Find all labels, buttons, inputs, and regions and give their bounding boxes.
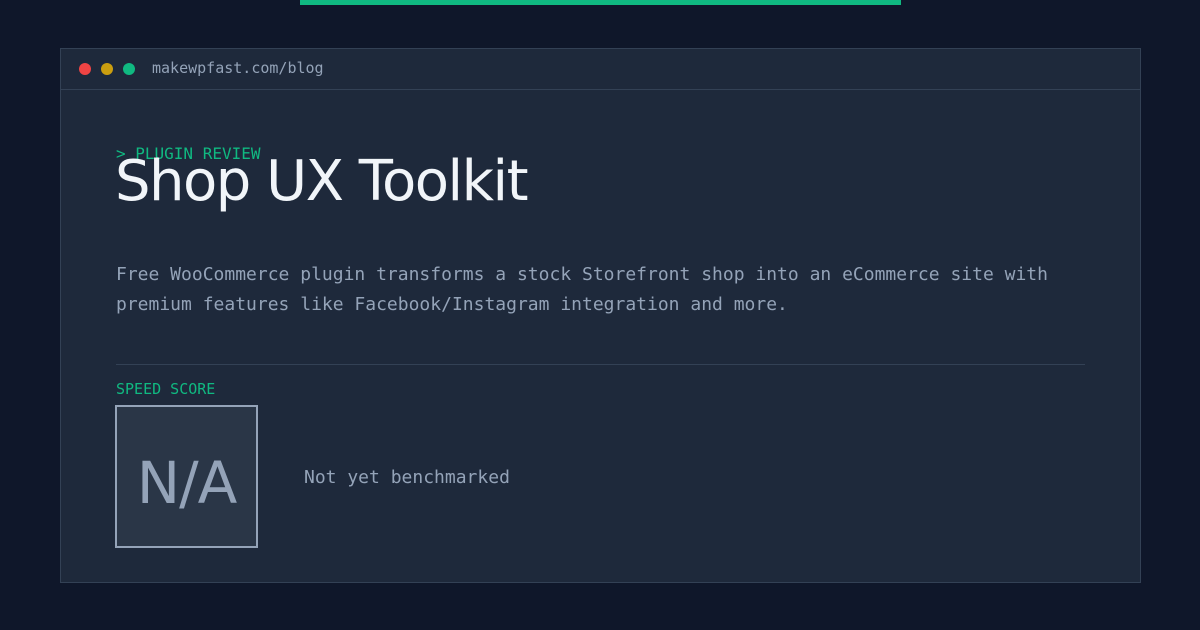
speed-score-box: N/A [115,405,258,548]
minimize-dot-icon [101,63,113,75]
speed-score-status: Not yet benchmarked [304,467,510,488]
close-dot-icon [79,63,91,75]
section-divider [116,364,1085,365]
window-url: makewpfast.com/blog [152,59,324,77]
post-description: Free WooCommerce plugin transforms a sto… [116,264,1048,315]
post-title: Shop UX Toolkit [115,149,529,214]
speed-score-label: SPEED SCORE [116,380,216,398]
speed-score-value: N/A [136,448,238,517]
window-titlebar: makewpfast.com/blog [61,49,1140,90]
maximize-dot-icon [123,63,135,75]
top-accent-bar [300,0,901,5]
browser-window: makewpfast.com/blog > PLUGIN REVIEW Shop… [60,48,1141,583]
